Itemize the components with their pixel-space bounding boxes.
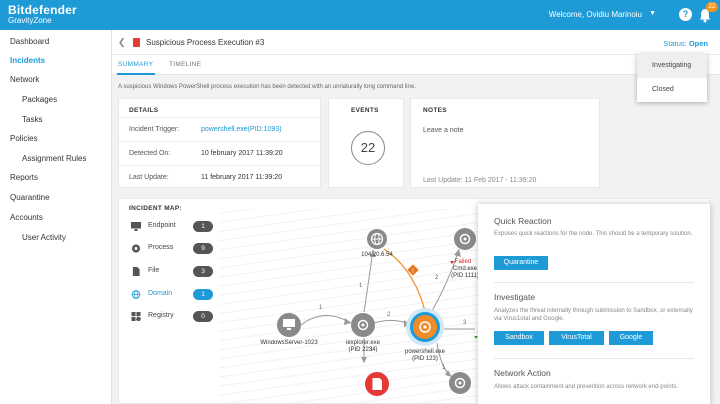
divider	[494, 358, 694, 359]
arrow-head	[344, 318, 351, 325]
sandbox-button[interactable]: Sandbox	[494, 331, 544, 345]
status-label: Status:	[663, 39, 687, 48]
sidebar-item-user-activity[interactable]: User Activity	[22, 233, 66, 242]
tab-summary[interactable]: SUMMARY	[118, 61, 153, 68]
network-action-title: Network Action	[494, 368, 551, 378]
sidebar: Dashboard Incidents Network Packages Tas…	[0, 30, 112, 404]
incident-description: A suspicious Windows PowerShell process …	[118, 84, 416, 90]
powershell-node	[406, 308, 444, 346]
sidebar-item-reports[interactable]: Reports	[10, 173, 38, 182]
edge-label: 2	[435, 275, 439, 281]
page-header: ❮ Suspicious Process Execution #3 Status…	[112, 30, 720, 55]
cmd-status: Failed	[454, 259, 472, 265]
active-tab-indicator	[117, 73, 155, 75]
endpoint-label: WindowsServer-1023	[260, 340, 318, 346]
status-option-investigating[interactable]: Investigating	[637, 54, 707, 78]
iexplorer-pid: (PID 2234)	[348, 347, 378, 353]
back-arrow-icon[interactable]: ❮	[118, 37, 126, 48]
sidebar-item-network[interactable]: Network	[10, 75, 39, 84]
node-actions-panel: Quick Reaction Exposes quick reactions f…	[478, 204, 710, 404]
virustotal-button[interactable]: VirusTotal	[549, 331, 604, 345]
cmd-pid: (PID 1111)	[451, 273, 479, 279]
quick-reaction-desc: Exposes quick reactions for the node. Th…	[494, 231, 693, 237]
domain-node	[367, 229, 387, 249]
sidebar-item-policies[interactable]: Policies	[10, 134, 38, 143]
events-title: EVENTS	[351, 107, 379, 114]
sidebar-item-quarantine[interactable]: Quarantine	[10, 193, 50, 202]
detail-value: 10 february 2017 11:39:20	[201, 150, 283, 157]
events-count[interactable]: 22	[351, 131, 385, 165]
edge-label: 1	[359, 283, 363, 289]
chevron-down-icon[interactable]: ▼	[649, 10, 656, 17]
leave-note-input[interactable]: Leave a note	[423, 127, 463, 134]
detail-label: Detected On:	[129, 150, 171, 157]
domain-label: 104.20.6.54	[361, 252, 393, 258]
notes-last-update: Last Update: 11 Feb 2017 - 11:39:20	[423, 177, 537, 184]
top-bar: Bitdefender GravityZone Welcome, Ovidiu …	[0, 0, 720, 30]
divider	[494, 282, 694, 283]
details-row: Last Update: 11 february 2017 11:39:20	[119, 165, 320, 189]
investigate-desc: Analyzes the threat internally through s…	[494, 308, 693, 322]
detail-value: 11 february 2017 11:39:20	[201, 174, 283, 181]
powershell-pid: (PID 123)	[412, 356, 438, 362]
endpoint-node	[277, 313, 301, 337]
sidebar-item-incidents[interactable]: Incidents	[10, 56, 45, 65]
notes-card: NOTES Leave a note Last Update: 11 Feb 2…	[410, 98, 600, 188]
iexplorer-label: iexplorer.exe	[345, 340, 381, 346]
edge-label: 1	[319, 305, 323, 311]
sidebar-item-accounts[interactable]: Accounts	[10, 213, 43, 222]
edge-endpoint-iexplorer	[300, 315, 352, 326]
investigate-title: Investigate	[494, 292, 536, 302]
cmd-node	[454, 228, 476, 250]
edge-iexplorer-domain	[363, 249, 374, 313]
welcome-user[interactable]: Welcome, Ovidiu Marinoiu	[549, 10, 642, 19]
process-node	[449, 372, 471, 394]
logo[interactable]: Bitdefender GravityZone	[8, 4, 77, 25]
edge-label: 3	[463, 320, 467, 326]
brand-name: Bitdefender	[8, 3, 77, 17]
cmd-label: Cmd.exe	[452, 266, 478, 272]
events-card: EVENTS 22	[328, 98, 404, 188]
product-name: GravityZone	[8, 16, 52, 25]
details-row: Detected On: 10 february 2017 11:39:20	[119, 141, 320, 165]
quick-reaction-title: Quick Reaction	[494, 216, 552, 226]
details-row: Incident Trigger: powershell.exe(PID:109…	[119, 117, 320, 141]
failed-marker-icon	[450, 261, 454, 264]
arrow-head	[361, 357, 367, 363]
detail-label: Incident Trigger:	[129, 126, 180, 133]
arrow-head	[454, 249, 461, 257]
status-value: Open	[688, 39, 708, 48]
file-node	[365, 372, 389, 396]
help-icon[interactable]: ?	[679, 8, 692, 21]
tab-bar: SUMMARY TIMELINE	[112, 55, 720, 75]
google-button[interactable]: Google	[609, 331, 653, 345]
quarantine-button[interactable]: Quarantine	[494, 256, 548, 270]
edge-label: 2	[387, 312, 391, 318]
powershell-label: powershell.exe	[404, 349, 446, 355]
sidebar-item-tasks[interactable]: Tasks	[22, 115, 42, 124]
sidebar-item-dashboard[interactable]: Dashboard	[10, 37, 49, 46]
page-title: Suspicious Process Execution #3	[146, 38, 265, 47]
status-option-closed[interactable]: Closed	[637, 78, 707, 102]
status-selector[interactable]: Status: Open	[663, 39, 708, 48]
details-card: DETAILS Incident Trigger: powershell.exe…	[118, 98, 321, 188]
incident-trigger-link[interactable]: powershell.exe(PID:1093)	[201, 126, 282, 133]
incident-document-icon	[133, 38, 140, 47]
notification-count-badge: 22	[706, 2, 718, 12]
details-title: DETAILS	[129, 107, 159, 114]
sidebar-item-assignment-rules[interactable]: Assignment Rules	[22, 154, 86, 163]
status-dropdown-menu: Investigating Closed	[637, 54, 707, 102]
detail-label: Last Update:	[129, 174, 169, 181]
main-content: ❮ Suspicious Process Execution #3 Status…	[112, 30, 720, 404]
iexplorer-node	[351, 313, 375, 337]
tab-timeline[interactable]: TIMELINE	[169, 61, 201, 68]
sidebar-item-packages[interactable]: Packages	[22, 95, 57, 104]
notes-title: NOTES	[423, 107, 447, 114]
network-action-desc: Allows attack containment and prevention…	[494, 384, 679, 390]
